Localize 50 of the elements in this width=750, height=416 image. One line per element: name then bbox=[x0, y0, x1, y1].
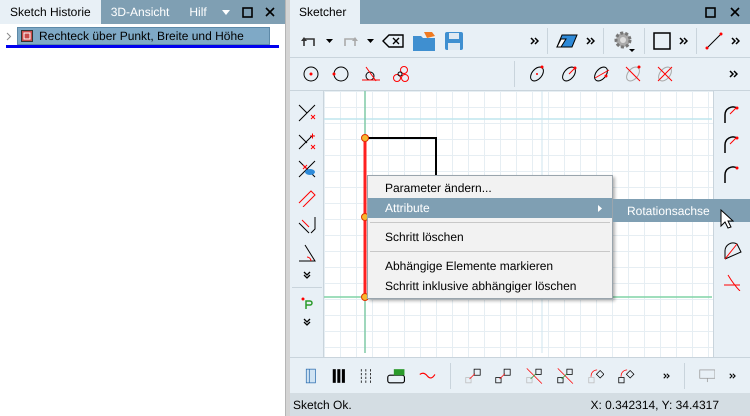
expand-down-icon[interactable] bbox=[302, 271, 310, 279]
caret-icon[interactable] bbox=[326, 38, 333, 42]
menu-item[interactable]: Schritt löschen bbox=[368, 227, 612, 247]
point-icon[interactable] bbox=[300, 296, 314, 310]
tree-item[interactable]: Rechteck über Punkt, Breite und Höhe bbox=[17, 27, 270, 45]
menu-item[interactable]: Abhängige Elemente markieren bbox=[368, 256, 612, 276]
ellipse-icon[interactable] bbox=[559, 64, 579, 84]
cursor-icon bbox=[720, 209, 734, 229]
panel-tab[interactable]: Sketch Historie bbox=[0, 0, 101, 24]
circle-center-icon[interactable] bbox=[302, 65, 320, 83]
menu-item[interactable]: Parameter ändern... bbox=[368, 178, 612, 198]
constraint-icon[interactable] bbox=[296, 243, 316, 263]
constraint-icon[interactable] bbox=[296, 215, 316, 235]
overflow-icon[interactable] bbox=[729, 70, 738, 78]
cursor-coordinates: X: 0.342314, Y: 34.4317 bbox=[590, 396, 719, 414]
three-circles-icon[interactable] bbox=[392, 65, 410, 83]
close-icon[interactable] bbox=[265, 7, 275, 17]
overflow-icon[interactable] bbox=[530, 36, 539, 44]
submenu-arrow-icon bbox=[598, 204, 602, 212]
overflow-icon[interactable] bbox=[586, 36, 595, 44]
eraser-icon[interactable] bbox=[556, 34, 578, 48]
folder-icon[interactable] bbox=[412, 30, 436, 52]
constraint-icon[interactable] bbox=[296, 103, 316, 123]
curve-icon[interactable] bbox=[419, 370, 436, 382]
constraint-icon[interactable] bbox=[296, 131, 316, 151]
overflow-icon[interactable] bbox=[731, 36, 740, 44]
expand-chevron-icon[interactable] bbox=[4, 32, 13, 40]
overflow-icon[interactable] bbox=[729, 372, 736, 380]
ellipse-icon[interactable] bbox=[527, 64, 547, 84]
dropdown-icon[interactable] bbox=[222, 10, 230, 14]
maximize-icon[interactable] bbox=[242, 6, 253, 18]
gear-icon[interactable] bbox=[612, 28, 636, 52]
tangent-circle-icon[interactable] bbox=[362, 65, 380, 83]
ellipse-icon[interactable] bbox=[591, 64, 611, 84]
line-icon[interactable] bbox=[705, 32, 723, 50]
rectangle-icon bbox=[21, 30, 33, 42]
square-icon[interactable] bbox=[653, 32, 671, 50]
caret-icon[interactable] bbox=[367, 38, 374, 42]
close-icon[interactable] bbox=[730, 7, 740, 17]
overflow-icon[interactable] bbox=[662, 372, 670, 380]
constraint-icon[interactable] bbox=[296, 159, 316, 179]
circle-icon[interactable] bbox=[332, 65, 350, 83]
backspace-icon[interactable] bbox=[382, 34, 404, 48]
arc-icon[interactable] bbox=[722, 241, 742, 261]
menu-item[interactable]: Schritt inklusive abhängiger löschen bbox=[368, 276, 612, 296]
sketcher-tab[interactable]: Sketcher bbox=[290, 0, 360, 24]
expand-down-icon[interactable] bbox=[302, 318, 310, 326]
maximize-icon[interactable] bbox=[705, 6, 716, 18]
overflow-icon[interactable] bbox=[679, 36, 688, 44]
status-message: Sketch Ok. bbox=[293, 396, 352, 414]
